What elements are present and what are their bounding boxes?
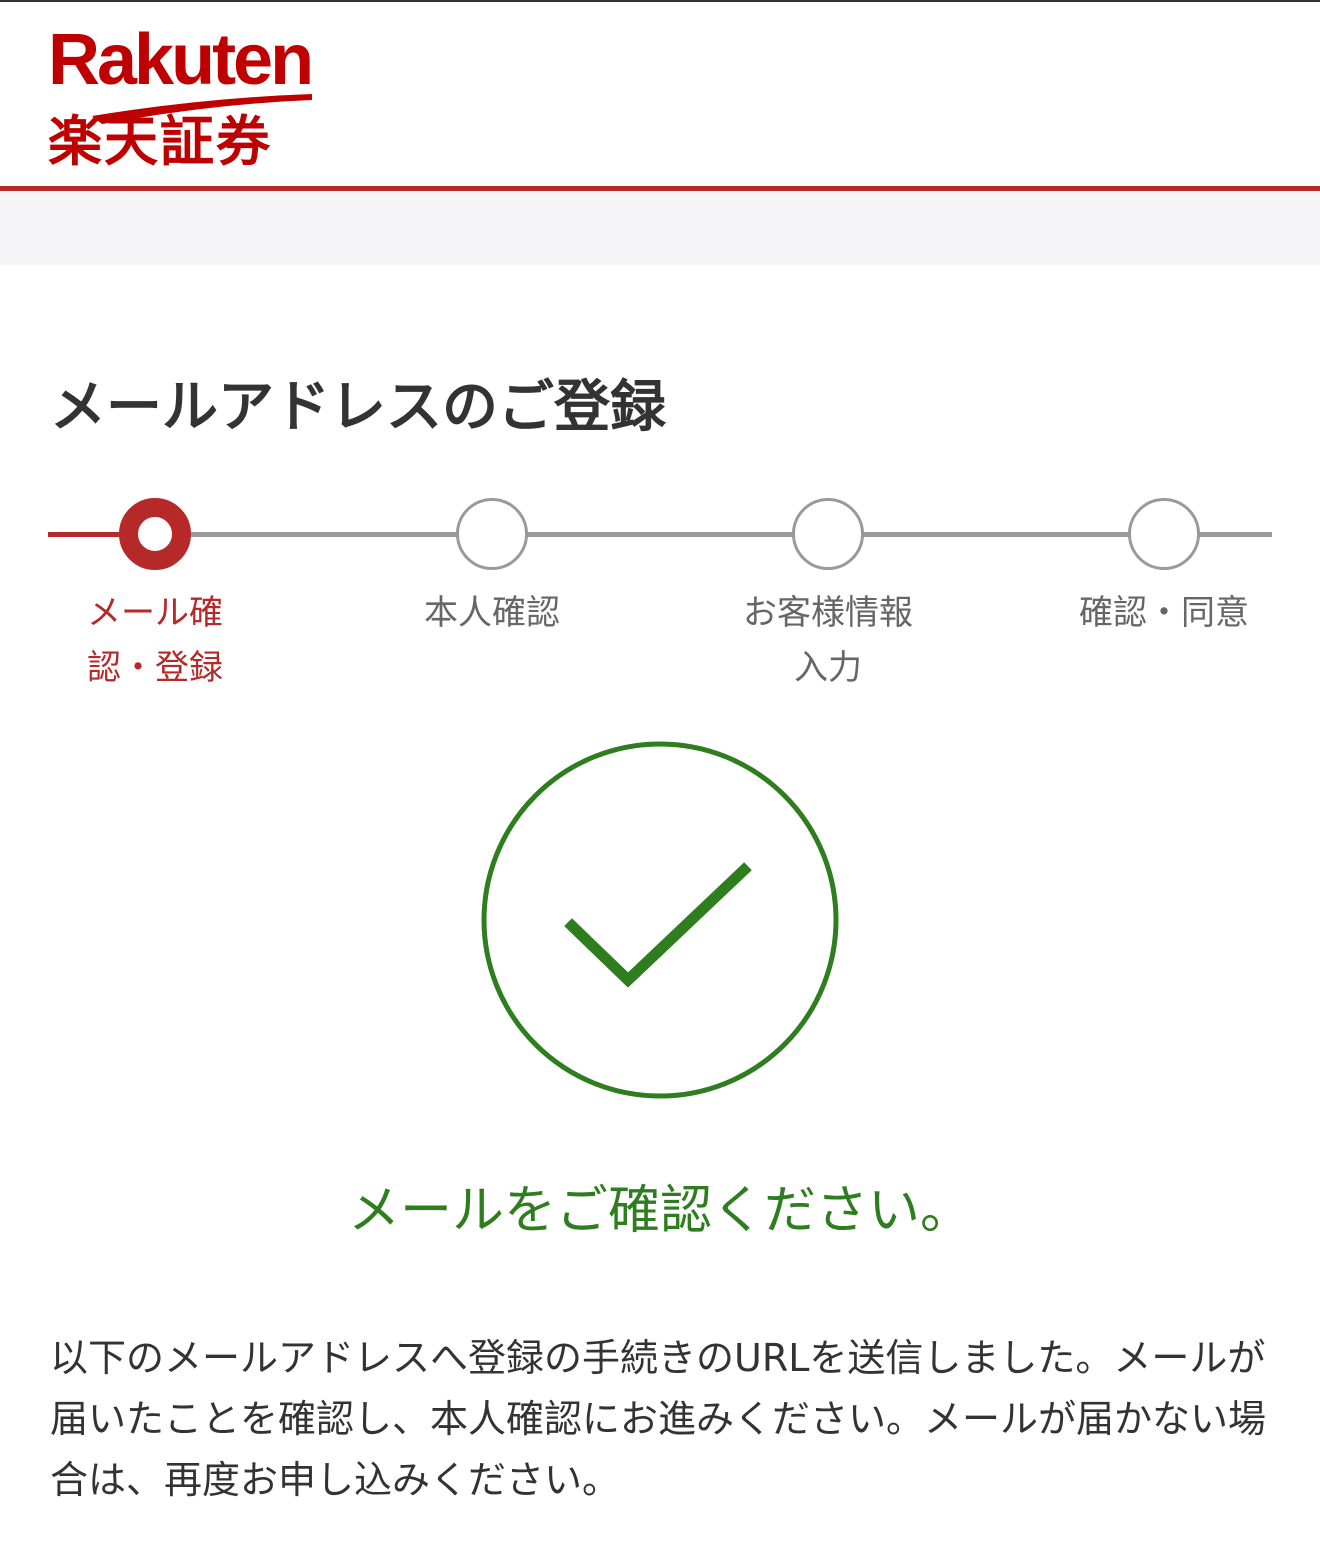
step-4-label-line1: 確認・同意 xyxy=(1079,593,1249,633)
step-3-label-line1: お客様情報 xyxy=(743,593,913,633)
confirmation-message: メールをご確認ください。 xyxy=(347,1181,972,1241)
page-title: メールアドレスのご登録 xyxy=(50,375,666,440)
step-3-label: お客様情報 入力 xyxy=(728,586,928,696)
step-3-label-line2: 入力 xyxy=(794,648,862,688)
step-1-label-line2: 認・登録 xyxy=(87,648,223,688)
step-1-label-line1: メール確 xyxy=(87,593,223,633)
step-1-indicator xyxy=(119,498,191,570)
check-circle-icon xyxy=(481,741,839,1099)
step-3-indicator xyxy=(792,498,864,570)
stepper-track xyxy=(154,532,1272,537)
site-header: Rakuten 楽天証券 xyxy=(0,0,1320,186)
page: Rakuten 楽天証券 メールアドレスのご登録 メール確 認・登録 本人確認 … xyxy=(0,0,1320,1557)
progress-stepper: メール確 認・登録 本人確認 お客様情報 入力 確認・同意 xyxy=(0,498,1320,698)
sub-header-bar xyxy=(0,191,1320,265)
rakuten-securities-logo[interactable]: Rakuten 楽天証券 xyxy=(48,24,318,174)
step-1-label: メール確 認・登録 xyxy=(55,586,255,696)
instruction-text: 以下のメールアドレスへ登録の手続きのURLを送信しました。メールが届いたことを確… xyxy=(50,1336,1267,1502)
logo-wordmark: Rakuten xyxy=(48,20,314,100)
step-2-label-line1: 本人確認 xyxy=(424,593,560,633)
logo-japanese: 楽天証券 xyxy=(48,110,272,173)
step-4-label: 確認・同意 xyxy=(1064,586,1264,641)
step-2-label: 本人確認 xyxy=(392,586,592,641)
step-4-indicator xyxy=(1128,498,1200,570)
step-2-indicator xyxy=(456,498,528,570)
